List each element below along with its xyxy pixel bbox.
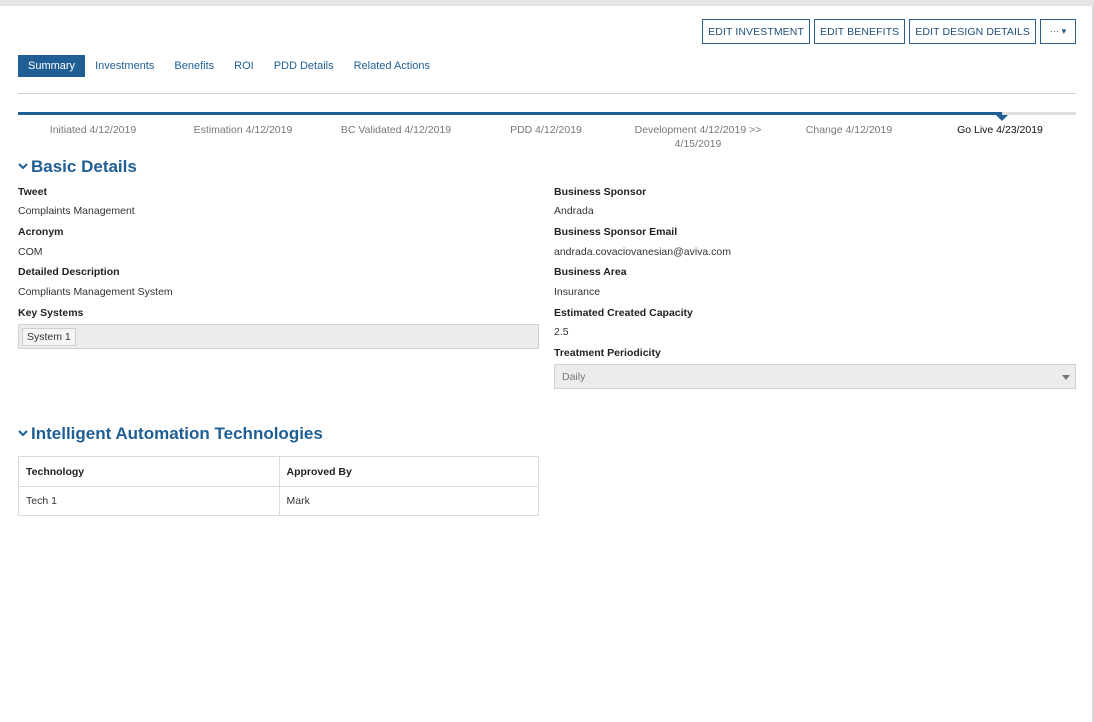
- basic-details-title: Basic Details: [31, 157, 137, 176]
- stage-change: Change 4/12/2019: [805, 124, 893, 136]
- stage-development: Development 4/12/2019 >> 4/15/2019: [634, 124, 762, 150]
- column-header-technology[interactable]: Technology: [19, 457, 279, 486]
- tab-investments[interactable]: Investments: [85, 55, 164, 77]
- tab-pdd-details[interactable]: PDD Details: [264, 55, 344, 77]
- acronym-value: COM: [18, 246, 43, 258]
- key-systems-label: Key Systems: [18, 307, 84, 319]
- description-label: Detailed Description: [18, 266, 120, 278]
- automation-table: Technology Approved By Tech 1 Mark: [18, 456, 539, 516]
- description-value: Compliants Management System: [18, 286, 173, 298]
- edit-design-details-button[interactable]: EDIT DESIGN DETAILS: [909, 19, 1036, 44]
- progress-fill: [18, 112, 1002, 115]
- page-frame: [0, 0, 1094, 722]
- more-actions-button[interactable]: ··· ▾: [1040, 19, 1076, 44]
- edit-investment-button[interactable]: EDIT INVESTMENT: [702, 19, 810, 44]
- action-toolbar: EDIT INVESTMENT EDIT BENEFITS EDIT DESIG…: [702, 19, 1076, 44]
- tweet-value: Complaints Management: [18, 205, 135, 217]
- progress-marker: [996, 115, 1008, 121]
- capacity-value: 2.5: [554, 326, 569, 338]
- column-header-approved-by[interactable]: Approved By: [278, 457, 539, 486]
- capacity-label: Estimated Created Capacity: [554, 307, 693, 319]
- sponsor-email-label: Business Sponsor Email: [554, 226, 678, 238]
- key-systems-field[interactable]: System 1: [18, 324, 539, 349]
- sponsor-email-value: andrada.covaciovanesian@aviva.com: [554, 246, 732, 258]
- sponsor-value: Andrada: [554, 205, 594, 217]
- business-area-label: Business Area: [554, 266, 627, 278]
- stage-initiated: Initiated 4/12/2019: [49, 124, 137, 136]
- stage-go-live: Go Live 4/23/2019: [957, 124, 1043, 136]
- sponsor-label: Business Sponsor: [554, 186, 647, 198]
- caret-down-icon: [1062, 375, 1070, 380]
- basic-details-header[interactable]: Basic Details: [18, 157, 137, 177]
- edit-benefits-button[interactable]: EDIT BENEFITS: [814, 19, 906, 44]
- key-system-tag[interactable]: System 1: [22, 328, 76, 346]
- tab-summary[interactable]: Summary: [18, 55, 86, 77]
- periodicity-select[interactable]: Daily: [554, 364, 1076, 389]
- stage-estimation: Estimation 4/12/2019: [193, 124, 293, 136]
- periodicity-label: Treatment Periodicity: [554, 347, 661, 359]
- table-row[interactable]: Tech 1 Mark: [19, 486, 538, 515]
- tweet-label: Tweet: [18, 186, 47, 198]
- tab-divider: [18, 93, 1076, 94]
- automation-header[interactable]: Intelligent Automation Technologies: [18, 424, 323, 444]
- chevron-down-icon: [18, 161, 29, 173]
- stage-bc-validated: BC Validated 4/12/2019: [340, 124, 452, 136]
- periodicity-value: Daily: [562, 371, 586, 383]
- business-area-value: Insurance: [554, 286, 601, 298]
- chevron-down-icon: [18, 428, 29, 440]
- tab-related-actions[interactable]: Related Actions: [344, 55, 440, 77]
- stage-pdd: PDD 4/12/2019: [510, 124, 582, 136]
- tab-roi[interactable]: ROI: [224, 55, 264, 77]
- tab-bar: Summary Investments Benefits ROI PDD Det…: [18, 55, 440, 77]
- technology-cell: Tech 1: [26, 495, 57, 507]
- acronym-label: Acronym: [18, 226, 64, 238]
- tab-benefits[interactable]: Benefits: [164, 55, 224, 77]
- automation-title: Intelligent Automation Technologies: [31, 424, 323, 443]
- approved-by-cell: Mark: [278, 487, 539, 515]
- table-header-row: Technology Approved By: [19, 457, 538, 486]
